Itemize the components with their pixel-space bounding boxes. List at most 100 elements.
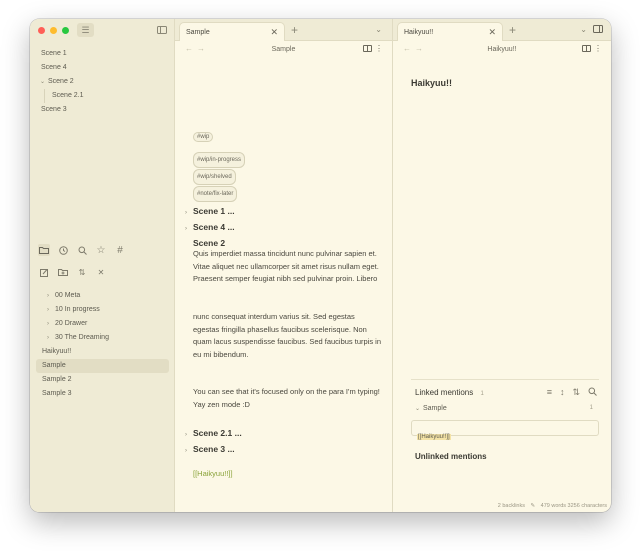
view-title[interactable]: Haikyuu!! xyxy=(393,46,611,53)
chevron-right-icon: › xyxy=(185,210,187,216)
pencil-icon[interactable]: ✎ xyxy=(531,503,536,509)
scene2-heading[interactable]: Scene 2 xyxy=(193,238,382,248)
paragraph[interactable]: You can see that it's focused only on th… xyxy=(193,386,382,411)
file-item[interactable]: Sample 3 xyxy=(36,387,169,401)
outline-item[interactable]: Scene 3 xyxy=(30,103,175,117)
app-window: ☰ Scene 1 Scene 4 ⌄ Scene 2 Scene 2.1 Sce… xyxy=(30,19,611,512)
backlink-file-row[interactable]: ⌄ Sample 1 xyxy=(415,405,593,412)
file-actions: ⇅ ✕ xyxy=(38,266,114,278)
backlinks-status[interactable]: 2 backlinks xyxy=(498,503,525,509)
outline-item[interactable]: ⌄ Scene 2 xyxy=(30,75,175,89)
reading-view-icon[interactable] xyxy=(363,45,372,52)
chevron-down-icon[interactable]: ⌄ xyxy=(375,25,382,34)
backlink-tools: ≡ ↕ ⇅ xyxy=(547,387,597,398)
new-note-icon[interactable] xyxy=(38,266,50,278)
search-icon[interactable] xyxy=(76,244,88,256)
sort-icon[interactable]: ⇅ xyxy=(76,266,88,278)
document-title: Haikyuu!! xyxy=(411,78,453,88)
editor-pane-right: Haikyuu!! ✕ + ⌄ ←→ Haikyuu!! ⋮ Haikyuu!!… xyxy=(393,19,611,512)
clock-icon[interactable] xyxy=(57,244,69,256)
collapsed-heading[interactable]: › Scene 1 ... xyxy=(185,206,382,216)
folder-item[interactable]: › 20 Drawer xyxy=(36,317,169,331)
collapsed-heading[interactable]: › Scene 3 ... xyxy=(185,444,382,454)
right-sidebar-icon[interactable] xyxy=(593,25,603,33)
outline-item[interactable]: Scene 4 xyxy=(30,61,175,75)
chevron-right-icon: › xyxy=(47,307,49,313)
editor-pane-left: Sample ✕ + ⌄ ←→ Sample ⋮ #wip #wip/in-pr… xyxy=(175,19,393,512)
linked-mentions-header: Linked mentions 1 xyxy=(415,388,484,397)
list-icon: ☰ xyxy=(81,24,90,35)
expand-icon[interactable]: ↕ xyxy=(560,387,565,398)
more-options-icon[interactable]: ⋮ xyxy=(375,44,383,53)
backlink-snippet[interactable]: [[Haikyuu!!]] xyxy=(411,420,599,440)
close-window-button[interactable] xyxy=(38,27,45,34)
chevron-right-icon: › xyxy=(47,321,49,327)
folder-icon[interactable] xyxy=(38,244,50,256)
chevron-right-icon: › xyxy=(47,293,49,299)
tag-pill[interactable]: #note/fix-later xyxy=(193,186,238,202)
outline-list: Scene 1 Scene 4 ⌄ Scene 2 Scene 2.1 Scene… xyxy=(30,47,175,117)
collapse-all-icon[interactable]: ✕ xyxy=(95,266,107,278)
chevron-right-icon: › xyxy=(185,448,187,454)
outline-item[interactable]: Scene 1 xyxy=(30,47,175,61)
star-icon[interactable]: ☆ xyxy=(95,244,107,256)
collapsed-heading[interactable]: › Scene 2.1 ... xyxy=(185,428,382,438)
tag-pill[interactable]: #wip/in-progress xyxy=(193,152,246,168)
file-item[interactable]: Sample 2 xyxy=(36,373,169,387)
file-item-active[interactable]: Sample xyxy=(36,359,169,373)
folder-item[interactable]: › 10 In progress xyxy=(36,303,169,317)
view-title[interactable]: Sample xyxy=(175,46,392,53)
divider xyxy=(411,379,599,380)
tab-haikyuu[interactable]: Haikyuu!! ✕ xyxy=(397,22,503,41)
tab-sample[interactable]: Sample ✕ xyxy=(179,22,285,41)
outline-toggle-button[interactable]: ☰ xyxy=(77,23,94,37)
zoom-window-button[interactable] xyxy=(62,27,69,34)
chevron-right-icon: › xyxy=(185,432,187,438)
tag-pill[interactable]: #wip xyxy=(193,132,214,142)
chevron-down-icon: ⌄ xyxy=(415,406,421,412)
sort-icon[interactable]: ⇅ xyxy=(572,387,580,398)
folder-item[interactable]: › 30 The Dreaming xyxy=(36,331,169,345)
collapse-sidebar-button[interactable] xyxy=(156,24,168,35)
new-folder-icon[interactable] xyxy=(57,266,69,278)
tag-block: #wip xyxy=(193,125,382,143)
folder-item[interactable]: › 00 Meta xyxy=(36,289,169,303)
collapsed-heading[interactable]: › Scene 4 ... xyxy=(185,222,382,232)
chevron-right-icon: › xyxy=(47,335,49,341)
view-header: ←→ Haikyuu!! ⋮ xyxy=(393,41,611,58)
file-list: › 00 Meta › 10 In progress › 20 Drawer › 30 … xyxy=(30,289,175,401)
status-bar: 2 backlinks ✎ 479 words 3256 characters xyxy=(498,503,607,509)
chevron-right-icon: › xyxy=(185,226,187,232)
reading-view-icon[interactable] xyxy=(582,45,591,52)
chevron-down-icon[interactable]: ⌄ xyxy=(580,25,587,34)
close-tab-icon[interactable]: ✕ xyxy=(270,27,278,38)
chevron-down-icon: ⌄ xyxy=(40,79,46,85)
tag-pill[interactable]: #wip/shelved xyxy=(193,169,236,185)
sidebar-panel-icon xyxy=(157,25,167,34)
paragraph[interactable]: Quis imperdiet massa tincidunt nunc pulv… xyxy=(193,248,382,286)
view-header: ←→ Sample ⋮ xyxy=(175,41,392,58)
close-tab-icon[interactable]: ✕ xyxy=(488,27,496,38)
hash-icon[interactable]: # xyxy=(114,244,126,256)
outline-item[interactable]: Scene 2.1 xyxy=(30,89,175,103)
more-options-icon[interactable]: ⋮ xyxy=(594,44,602,53)
new-tab-button[interactable]: + xyxy=(509,23,516,37)
tab-bar: Haikyuu!! ✕ + ⌄ xyxy=(393,19,611,41)
linked-count: 1 xyxy=(480,391,484,397)
sidebar: ☰ Scene 1 Scene 4 ⌄ Scene 2 Scene 2.1 Sce… xyxy=(30,19,175,512)
paragraph[interactable]: nunc consequat interdum varius sit. Sed … xyxy=(193,311,382,361)
new-tab-button[interactable]: + xyxy=(291,23,298,37)
sidebar-view-tabs: ☆ # xyxy=(38,244,133,256)
search-icon[interactable] xyxy=(588,387,597,398)
ref-count: 1 xyxy=(589,405,593,411)
internal-link[interactable]: [[Haikyuu!!]] xyxy=(193,469,382,478)
minimize-window-button[interactable] xyxy=(50,27,57,34)
highlighted-link: [[Haikyuu!!]] xyxy=(417,434,451,440)
list-view-icon[interactable]: ≡ xyxy=(547,387,552,398)
file-item[interactable]: Haikyuu!! xyxy=(36,345,169,359)
window-controls xyxy=(38,27,69,34)
tab-bar: Sample ✕ + ⌄ xyxy=(175,19,392,41)
word-count-status: 479 words 3256 characters xyxy=(540,503,607,509)
tag-block: #wip/in-progress #wip/shelved #note/fix-… xyxy=(193,151,382,202)
unlinked-mentions-header[interactable]: Unlinked mentions xyxy=(415,452,487,461)
